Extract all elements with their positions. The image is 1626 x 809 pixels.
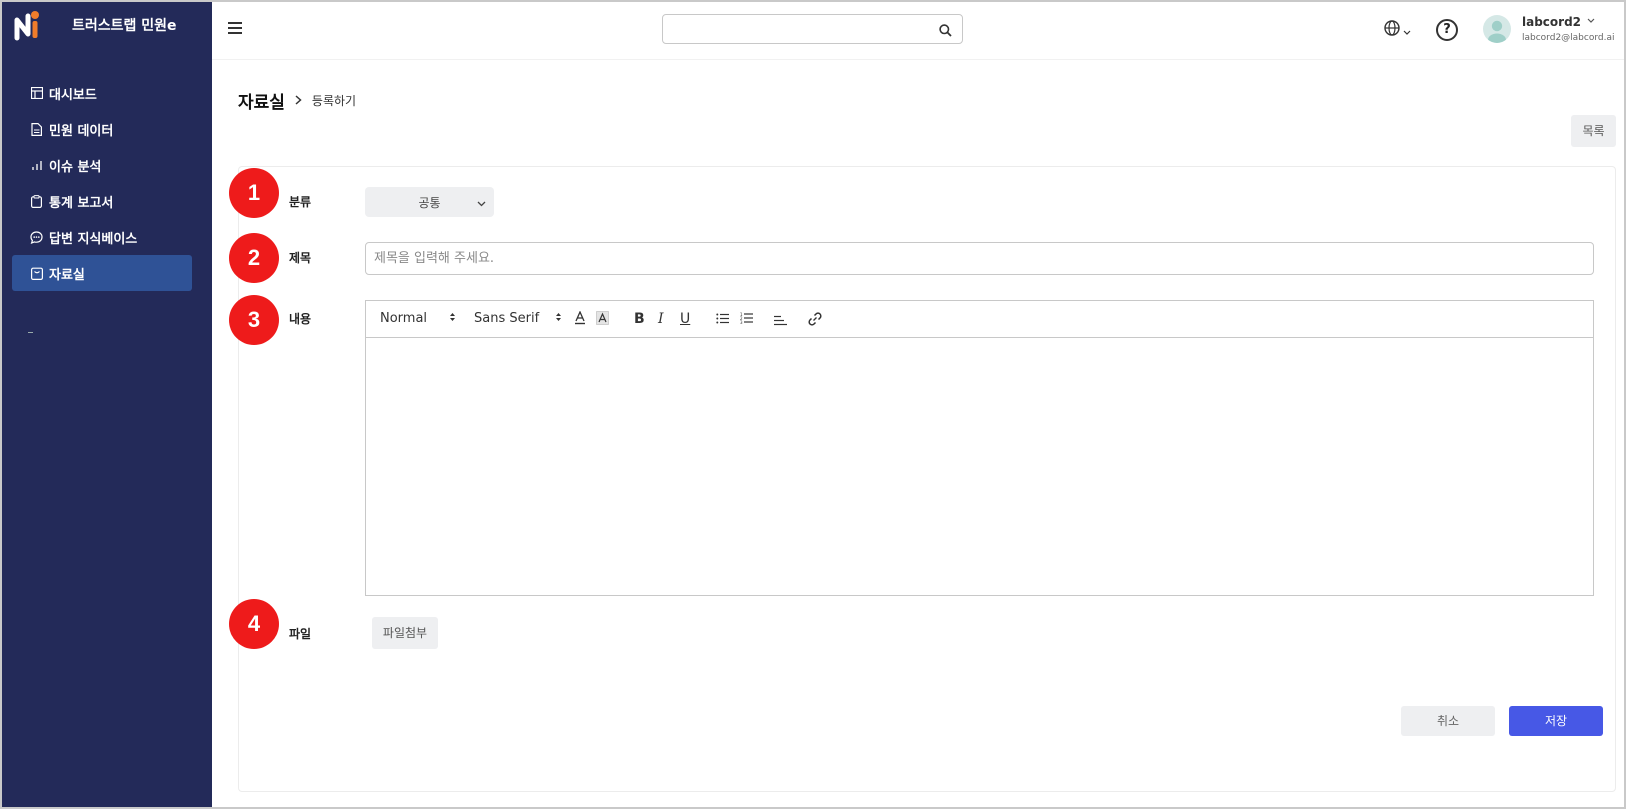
user-email: labcord2@labcord.ai xyxy=(1522,33,1615,43)
rich-text-editor: Normal Sans Serif B I U 123 xyxy=(365,300,1594,596)
logo-icon xyxy=(14,8,42,42)
attach-file-button[interactable]: 파일첨부 xyxy=(372,617,438,649)
bar-chart-icon xyxy=(30,159,43,172)
sidebar-item-knowledge-base[interactable]: 답변 지식베이스 xyxy=(12,219,192,255)
font-family-select[interactable]: Sans Serif xyxy=(474,311,562,326)
updown-icon xyxy=(555,311,562,326)
title-label: 제목 xyxy=(289,251,312,265)
chevron-down-icon xyxy=(477,196,486,210)
underline-button[interactable]: U xyxy=(680,311,690,327)
user-menu-chevron-icon[interactable] xyxy=(1587,16,1595,27)
text-color-icon[interactable] xyxy=(574,311,586,325)
svg-text:3: 3 xyxy=(740,320,743,324)
sidebar-divider xyxy=(28,332,33,333)
layout-icon xyxy=(30,87,43,100)
list-button[interactable]: 목록 xyxy=(1571,115,1616,147)
step-badge: 1 xyxy=(229,168,279,218)
bold-button[interactable]: B xyxy=(634,311,645,327)
chat-icon xyxy=(30,230,43,244)
globe-icon xyxy=(1384,20,1400,40)
align-icon[interactable] xyxy=(774,315,787,326)
category-label: 분류 xyxy=(289,195,312,209)
font-family-value: Sans Serif xyxy=(474,311,540,326)
category-select[interactable]: 공통 xyxy=(365,187,494,217)
sidebar-item-label: 자료실 xyxy=(49,267,85,283)
step-badge: 4 xyxy=(229,599,279,649)
sidebar-item-complaint-data[interactable]: 민원 데이터 xyxy=(12,111,192,147)
brand[interactable]: 트러스트랩 민원e xyxy=(14,8,177,42)
breadcrumb: 자료실 등록하기 xyxy=(238,88,356,113)
search-icon[interactable] xyxy=(939,22,952,41)
sidebar-item-label: 통계 보고서 xyxy=(49,195,114,211)
brand-name: 트러스트랩 민원e xyxy=(72,18,177,34)
sidebar: 트러스트랩 민원e 대시보드 민원 데이터 이슈 분석 통계 보고서 답변 지식… xyxy=(2,2,212,807)
file-label: 파일 xyxy=(289,627,312,641)
save-button[interactable]: 저장 xyxy=(1509,706,1603,736)
cancel-button[interactable]: 취소 xyxy=(1401,706,1495,736)
sidebar-item-label: 민원 데이터 xyxy=(49,123,114,139)
language-selector[interactable] xyxy=(1384,20,1411,40)
chevron-down-icon xyxy=(1403,21,1411,40)
category-value: 공통 xyxy=(418,195,441,210)
step-badge: 3 xyxy=(229,295,279,345)
archive-icon xyxy=(30,267,43,280)
font-size-select[interactable]: Normal xyxy=(380,311,456,326)
ordered-list-icon[interactable]: 123 xyxy=(740,312,753,324)
sidebar-item-dashboard[interactable]: 대시보드 xyxy=(12,75,192,111)
sidebar-item-stats-report[interactable]: 통계 보고서 xyxy=(12,183,192,219)
sidebar-nav: 대시보드 민원 데이터 이슈 분석 통계 보고서 답변 지식베이스 자료실 xyxy=(12,75,192,291)
bullet-list-icon[interactable] xyxy=(716,313,729,324)
sidebar-item-archive[interactable]: 자료실 xyxy=(12,255,192,291)
content-label: 내용 xyxy=(289,312,312,326)
chevron-right-icon xyxy=(295,93,302,109)
italic-button[interactable]: I xyxy=(658,311,664,327)
page-title[interactable]: 자료실 xyxy=(238,88,285,113)
menu-icon[interactable] xyxy=(228,22,242,34)
font-size-value: Normal xyxy=(380,311,428,326)
search-input[interactable] xyxy=(671,15,931,43)
link-icon[interactable] xyxy=(808,312,822,326)
updown-icon xyxy=(449,311,456,326)
sidebar-item-label: 이슈 분석 xyxy=(49,159,102,175)
sidebar-item-label: 대시보드 xyxy=(49,87,97,103)
background-color-icon[interactable] xyxy=(596,311,609,325)
user-name[interactable]: labcord2 xyxy=(1522,15,1581,29)
step-badge: 2 xyxy=(229,233,279,283)
sidebar-item-issue-analysis[interactable]: 이슈 분석 xyxy=(12,147,192,183)
editor-toolbar: Normal Sans Serif B I U 123 xyxy=(366,301,1593,338)
breadcrumb-current: 등록하기 xyxy=(311,94,357,108)
search-box xyxy=(662,14,963,44)
avatar[interactable] xyxy=(1483,15,1511,43)
topbar: ? labcord2 labcord2@labcord.ai xyxy=(212,2,1624,60)
document-icon xyxy=(30,122,43,136)
sidebar-item-label: 답변 지식베이스 xyxy=(49,231,138,247)
clipboard-icon xyxy=(30,194,43,208)
editor-body[interactable] xyxy=(366,338,1593,595)
help-icon[interactable]: ? xyxy=(1436,19,1458,41)
title-input[interactable] xyxy=(365,242,1594,275)
